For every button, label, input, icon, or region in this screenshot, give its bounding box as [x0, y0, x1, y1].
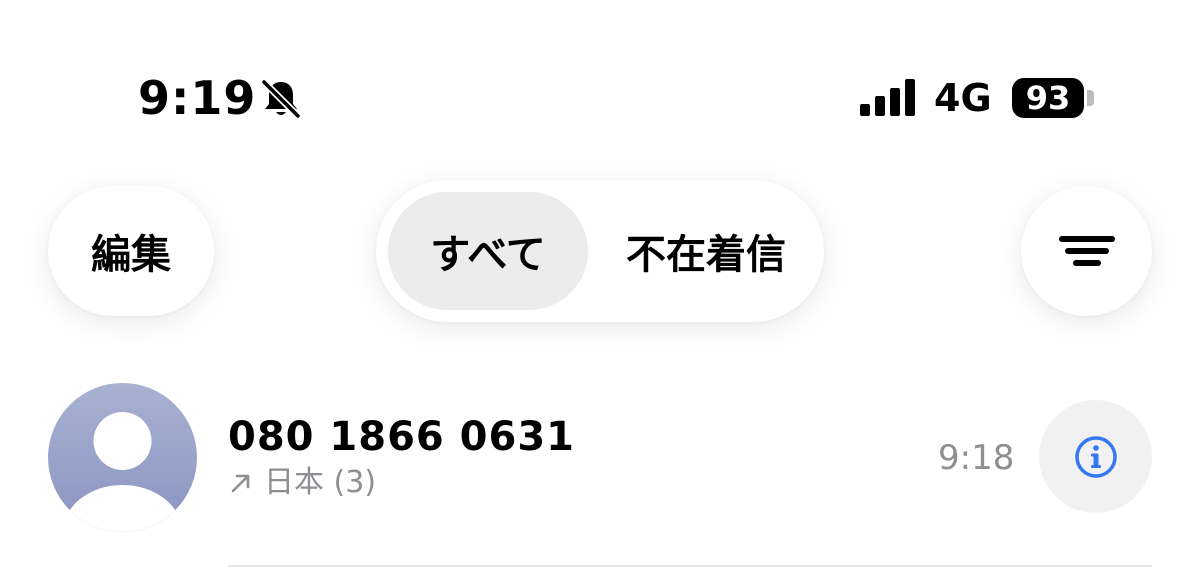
status-time: 9:19	[138, 71, 257, 125]
contact-avatar	[48, 383, 197, 532]
call-filter-segmented-control: すべて 不在着信	[376, 180, 824, 322]
recents-screen: 9:19 4G 93 編集 すべて 不在着信 080 1866 0631 日本 …	[0, 0, 1200, 577]
row-divider	[228, 565, 1152, 567]
battery-tip	[1087, 90, 1094, 106]
battery-level: 93	[1025, 79, 1071, 117]
bell-slash-icon	[260, 78, 302, 120]
call-location: 日本 (3)	[264, 465, 377, 500]
outgoing-arrow-icon	[231, 474, 250, 493]
call-time: 9:18	[938, 438, 1015, 478]
filter-button[interactable]	[1021, 186, 1152, 316]
network-type-label: 4G	[934, 76, 992, 120]
info-button[interactable]	[1039, 400, 1152, 513]
segment-all[interactable]: すべて	[388, 192, 588, 310]
call-number[interactable]: 080 1866 0631	[228, 414, 575, 460]
info-icon	[1074, 435, 1117, 478]
signal-bars-icon	[860, 79, 915, 116]
filter-lines-icon	[1058, 236, 1115, 266]
person-icon	[62, 412, 183, 532]
edit-button[interactable]: 編集	[48, 186, 214, 316]
segment-missed[interactable]: 不在着信	[606, 192, 806, 310]
call-details: 日本 (3)	[228, 465, 376, 501]
battery-icon: 93	[1012, 78, 1084, 118]
